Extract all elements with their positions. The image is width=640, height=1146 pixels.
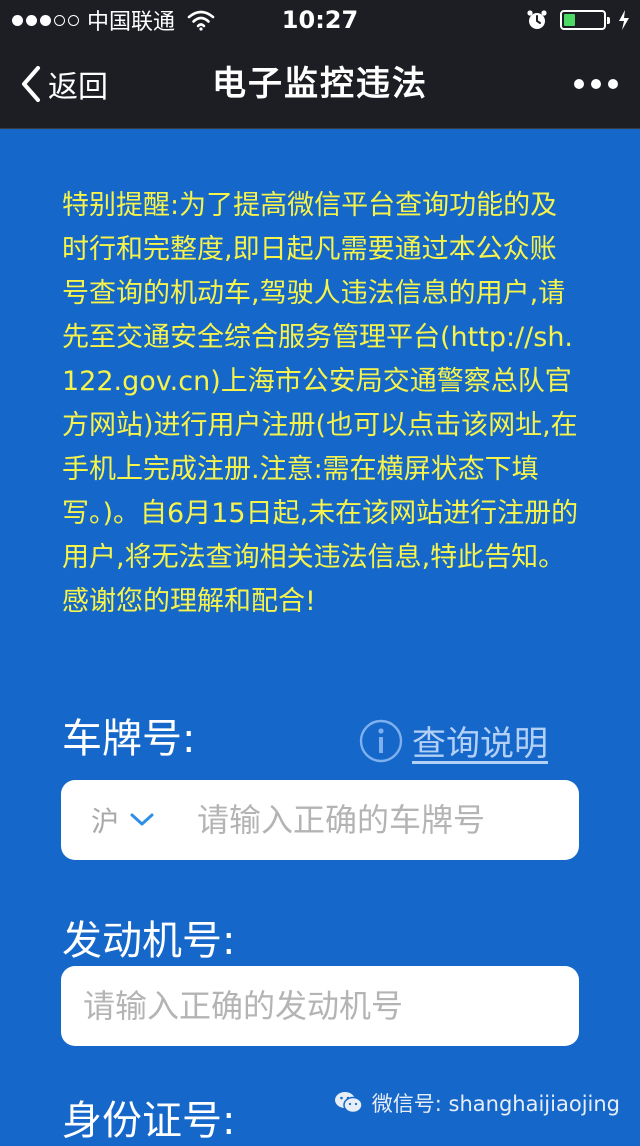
plate-label: 车牌号:: [62, 716, 196, 762]
chevron-down-icon: [130, 813, 154, 826]
alarm-icon: [527, 10, 547, 29]
province-select[interactable]: 沪: [61, 780, 195, 860]
help-link[interactable]: 查询说明: [358, 716, 548, 765]
battery-nub: [607, 17, 610, 24]
more-icon: [591, 79, 601, 89]
more-icon: [574, 79, 584, 89]
chevron-left-icon: [22, 66, 40, 102]
status-bar: 中国联通 10:27: [0, 0, 640, 40]
charging-icon: [619, 10, 629, 30]
battery-icon: [560, 10, 610, 30]
id-number-label: 身份证号:: [62, 1098, 236, 1144]
battery-level: [564, 14, 576, 26]
more-button[interactable]: [574, 40, 618, 128]
help-link-label: 查询说明: [412, 724, 548, 764]
page-title: 电子监控违法: [212, 64, 428, 104]
back-label: 返回: [48, 70, 108, 105]
engine-label: 发动机号:: [62, 918, 236, 964]
province-value: 沪: [91, 805, 120, 838]
status-right: [526, 0, 630, 40]
engine-number-input[interactable]: [61, 970, 565, 1042]
plate-input-group: 沪: [61, 780, 579, 860]
watermark-text: 微信号: shanghaijiaojing: [371, 1092, 620, 1116]
back-button[interactable]: 返回: [20, 40, 108, 128]
wechat-watermark: 微信号: shanghaijiaojing: [334, 1088, 620, 1118]
plate-number-input[interactable]: [195, 784, 579, 856]
wechat-icon: [334, 1092, 363, 1114]
nav-bar: 返回 电子监控违法: [0, 40, 640, 129]
info-icon: [359, 719, 403, 762]
notice-text: 特别提醒:为了提高微信平台查询功能的及时行和完整度,即日起凡需要通过本公众账号查…: [62, 190, 579, 617]
more-icon: [608, 79, 618, 89]
engine-input-group: [61, 966, 579, 1046]
